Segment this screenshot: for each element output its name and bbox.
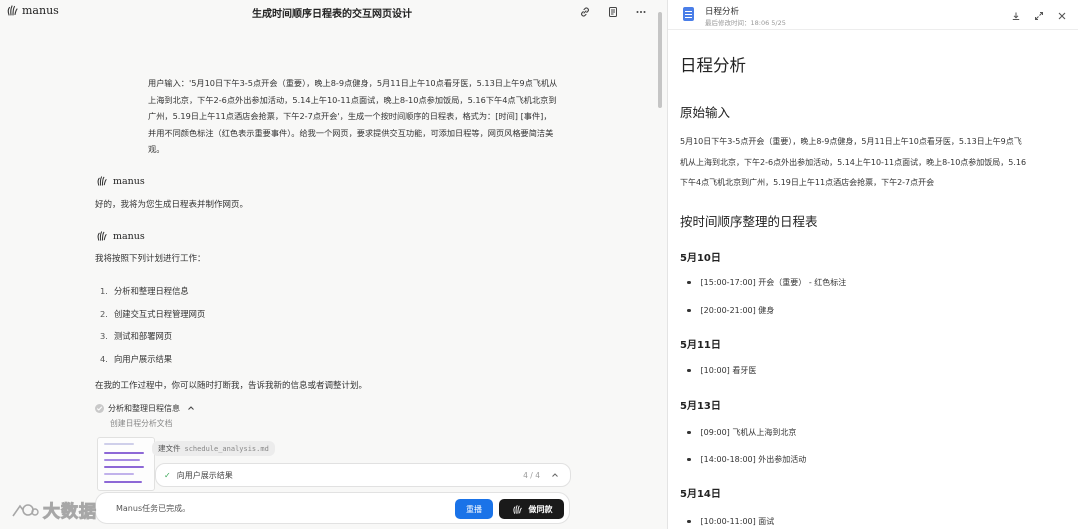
schedule-item: [10:00-11:00] 面试 <box>687 516 774 527</box>
replay-button[interactable]: 重播 <box>455 499 493 519</box>
file-chip-label: 建文件 <box>158 444 181 453</box>
status-text: Manus任务已完成。 <box>116 504 191 513</box>
progress-label: 向用户展示结果 <box>176 470 233 480</box>
doc-modified: 最后修改时间：18:06 5/25 <box>705 19 786 27</box>
schedule-item: [10:00] 看牙医 <box>687 365 756 376</box>
raw-input-text: 5月10日下午3-5点开会（重要），晚上8-9点健身，5月11日上午10点看牙医… <box>680 137 1027 187</box>
agent-name: manus <box>113 175 145 187</box>
chat-pane: manus 生成时间顺序日程表的交互网页设计 用户输入：'5月10日下午3-5点… <box>0 0 664 529</box>
manus-hand-icon <box>95 174 109 188</box>
day-heading: 5月14日 <box>680 489 721 500</box>
watermark: 大数据 <box>10 497 97 523</box>
agent-label: manus <box>95 174 145 188</box>
document-header: 日程分析 最后修改时间：18:06 5/25 <box>668 0 1078 30</box>
expand-icon[interactable] <box>1032 9 1046 23</box>
user-message: 用户输入：'5月10日下午3-5点开会（重要），晚上8-9点健身，5月11日上午… <box>148 78 558 154</box>
section-raw-heading: 原始输入 <box>680 105 731 120</box>
day-heading: 5月11日 <box>680 340 721 351</box>
chevron-up-icon[interactable] <box>184 401 198 415</box>
document-icon[interactable] <box>606 5 620 19</box>
doc-heading: 日程分析 <box>680 56 746 75</box>
chat-header: manus 生成时间顺序日程表的交互网页设计 <box>0 0 664 24</box>
hand-icon <box>511 502 525 516</box>
plan-list: 1. 分析和整理日程信息 2. 创建交互式日程管理网页 3. 测试和部署网页 4. 向用… <box>100 280 205 370</box>
conversation-title: 生成时间顺序日程表的交互网页设计 <box>252 9 412 20</box>
schedule-item: [15:00-17:00] 开会（重要） - 红色标注 <box>687 277 846 288</box>
preview-thumbnail[interactable] <box>97 437 155 491</box>
doc-title: 日程分析 <box>705 7 740 17</box>
day-heading: 5月13日 <box>680 401 721 412</box>
doc-file-icon <box>683 7 694 21</box>
progress-card[interactable]: ✓ 向用户展示结果 4 / 4 <box>155 463 571 487</box>
download-icon[interactable] <box>1009 9 1023 23</box>
task-step-subtitle: 创建日程分析文档 <box>110 419 173 428</box>
file-chip[interactable]: 建文件 schedule_analysis.md <box>152 441 275 456</box>
task-step-header[interactable]: 分析和整理日程信息 <box>95 401 198 415</box>
document-pane: 日程分析 最后修改时间：18:06 5/25 日程分析 原始输入 5月10日下午… <box>667 0 1078 529</box>
schedule-item: [09:00] 飞机从上海到北京 <box>687 427 796 438</box>
watermark-text: 大数据 <box>43 502 97 523</box>
section-sorted-heading: 按时间顺序整理的日程表 <box>680 214 818 229</box>
status-bar: Manus任务已完成。 重播 做同款 <box>95 492 570 524</box>
link-icon[interactable] <box>578 5 592 19</box>
agent-label: manus <box>95 229 145 243</box>
schedule-item: [14:00-18:00] 外出参加活动 <box>687 454 806 465</box>
plan-item: 2. 创建交互式日程管理网页 <box>100 308 206 319</box>
watermark-logo-icon <box>10 500 40 520</box>
check-icon: ✓ <box>164 470 171 480</box>
agent-name: manus <box>113 230 145 242</box>
chat-scrollbar[interactable] <box>658 12 662 108</box>
task-step-title: 分析和整理日程信息 <box>108 403 180 413</box>
check-icon <box>95 403 104 413</box>
plan-item: 4. 向用户展示结果 <box>100 353 173 364</box>
plan-item: 1. 分析和整理日程信息 <box>100 286 189 297</box>
agent-reply-2: 我将按照下列计划进行工作： <box>95 254 206 264</box>
file-chip-name: schedule_analysis.md <box>184 444 269 453</box>
schedule-item: [20:00-21:00] 健身 <box>687 305 774 316</box>
progress-count: 4 / 4 <box>523 470 540 480</box>
agent-note: 在我的工作过程中，你可以随时打断我，告诉我新的信息或者调整计划。 <box>95 381 368 391</box>
more-icon[interactable] <box>634 5 648 19</box>
day-heading: 5月10日 <box>680 253 721 264</box>
make-same-button[interactable]: 做同款 <box>499 499 564 519</box>
chevron-up-icon[interactable] <box>548 468 562 482</box>
agent-reply-1: 好的，我将为您生成日程表并制作网页。 <box>95 200 249 210</box>
plan-item: 3. 测试和部署网页 <box>100 331 173 342</box>
manus-hand-icon <box>95 229 109 243</box>
close-icon[interactable] <box>1055 9 1069 23</box>
